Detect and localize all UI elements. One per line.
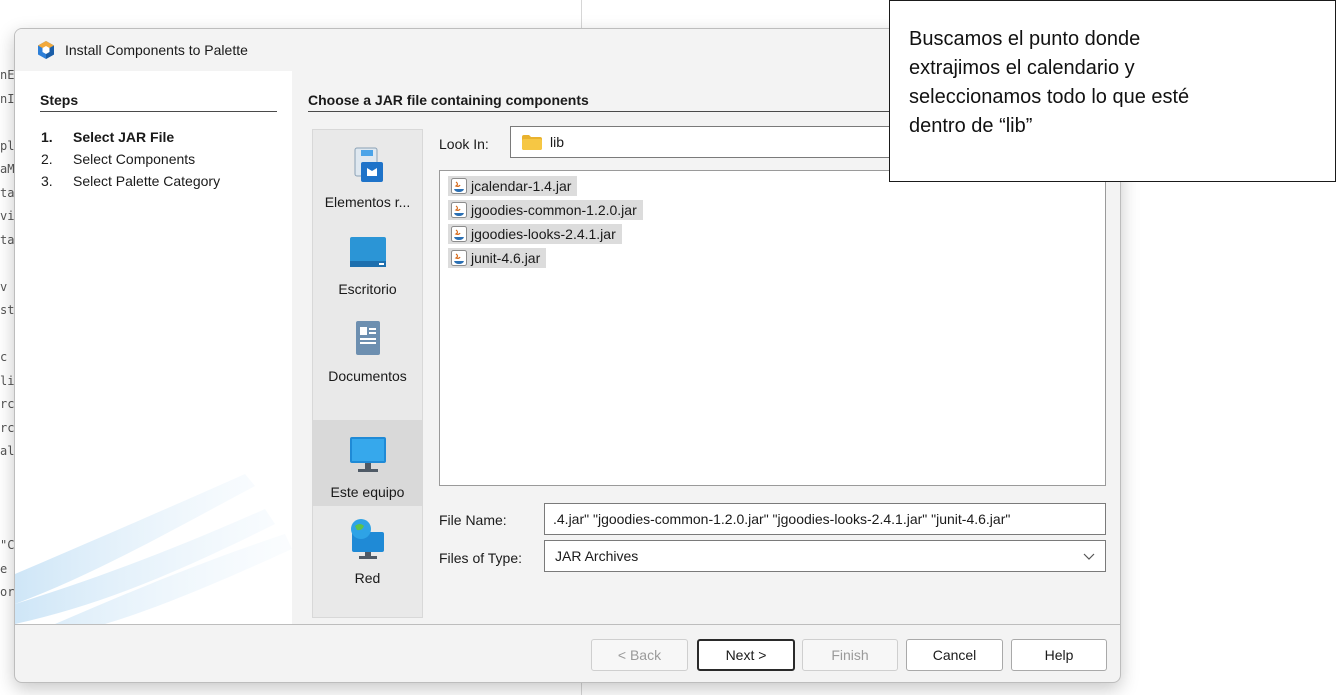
look-in-label: Look In: [439,136,489,152]
code-line: nE [0,68,14,82]
places-bar: Elementos r... Escritorio Documentos Est… [312,129,423,618]
place-recent-items[interactable]: Elementos r... [313,130,422,216]
file-name-input[interactable]: .4.jar" "jgoodies-common-1.2.0.jar" "jgo… [544,503,1106,535]
file-list[interactable]: jcalendar-1.4.jar jgoodies-common-1.2.0.… [439,170,1106,486]
place-label: Documentos [328,368,407,384]
network-icon [350,519,384,559]
annotation-line: dentro de “lib” [909,115,1033,137]
files-of-type-label: Files of Type: [439,550,523,566]
code-line: e [0,561,8,576]
place-network[interactable]: Red [313,506,422,592]
annotation-line: extrajimos el calendario y [909,57,1135,79]
screen: nE nI pl aM ta vi ta v st c li rc rc al … [0,0,1339,695]
annotation-line: Buscamos el punto donde [909,28,1141,50]
jar-file-icon [451,178,467,194]
place-desktop[interactable]: Escritorio [313,217,422,303]
step-select-jar: 1. Select JAR File [41,129,174,145]
code-line: ta [0,232,14,247]
file-name: jcalendar-1.4.jar [471,178,572,194]
code-line: st [0,303,14,317]
annotation-line: seleccionamos todo lo que esté [909,86,1190,108]
file-item-jgoodies-looks[interactable]: jgoodies-looks-2.4.1.jar [448,224,622,244]
code-line: c [0,350,8,364]
folder-icon [522,134,542,150]
step-select-category: 3. Select Palette Category [41,173,220,189]
place-label: Elementos r... [324,194,411,210]
step-select-components: 2. Select Components [41,151,195,167]
steps-heading: Steps [40,92,79,108]
this-pc-icon [349,437,386,472]
step-label: Select JAR File [73,129,175,145]
code-line: v [0,279,8,294]
files-of-type-select[interactable]: JAR Archives [544,540,1106,572]
recent-items-icon [354,147,383,182]
step-label: Select Components [73,151,196,167]
chevron-down-icon [1083,553,1095,560]
code-line: nI [0,91,14,106]
netbeans-logo-icon [38,41,54,59]
files-of-type-value: JAR Archives [555,548,639,564]
annotation-callout: Buscamos el punto donde extrajimos el ca… [889,0,1336,182]
file-item-junit[interactable]: junit-4.6.jar [448,248,547,268]
steps-divider [40,111,277,112]
file-name-label: File Name: [439,512,507,528]
footer-divider [15,624,1120,625]
jar-file-icon [451,226,467,242]
place-documents[interactable]: Documentos [313,304,422,390]
desktop-icon [349,237,386,267]
documents-icon [355,321,380,355]
step-number: 1. [41,129,53,145]
next-button[interactable]: Next > [697,639,795,671]
file-name: jgoodies-looks-2.4.1.jar [471,226,616,242]
code-line: vi [0,209,14,223]
code-line: "C [0,538,14,552]
code-line: rc [0,420,14,435]
wizard-decoration-icon [15,474,292,624]
jar-file-icon [451,202,467,218]
code-line: al [0,444,14,458]
file-item-jgoodies-common[interactable]: jgoodies-common-1.2.0.jar [448,200,643,220]
content-heading: Choose a JAR file containing components [308,92,589,108]
place-label: Este equipo [330,484,405,500]
step-number: 2. [41,151,53,167]
code-line: rc [0,397,14,411]
file-name: jgoodies-common-1.2.0.jar [471,202,637,218]
place-this-pc[interactable]: Este equipo [313,420,422,506]
place-label: Red [354,570,381,586]
cancel-button[interactable]: Cancel [906,639,1003,671]
code-line: li [0,373,14,388]
file-name: junit-4.6.jar [471,250,541,266]
look-in-combobox[interactable]: lib [510,126,930,158]
finish-button[interactable]: Finish [802,639,898,671]
file-item-jcalendar[interactable]: jcalendar-1.4.jar [448,176,578,196]
step-label: Select Palette Category [73,173,221,189]
place-label: Escritorio [338,281,397,297]
code-line: pl [0,138,14,153]
look-in-value: lib [550,134,565,150]
background-code-editor: nE nI pl aM ta vi ta v st c li rc rc al … [0,68,14,688]
code-line: or [0,585,14,599]
jar-file-icon [451,250,467,266]
code-line: ta [0,185,14,200]
back-button[interactable]: < Back [591,639,688,671]
step-number: 3. [41,173,53,189]
help-button[interactable]: Help [1011,639,1107,671]
steps-panel: Steps 1. Select JAR File 2. Select Compo… [15,71,292,624]
dialog-title: Install Components to Palette [65,42,248,58]
code-line: aM [0,162,14,176]
